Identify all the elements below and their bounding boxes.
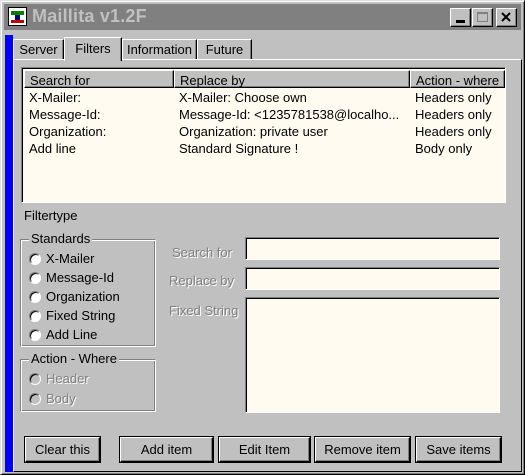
- add-item-button[interactable]: Add item: [119, 436, 214, 463]
- column-replace-by[interactable]: Replace by: [174, 70, 410, 88]
- table-row[interactable]: Organization: Organization: private user…: [24, 124, 505, 141]
- table-row[interactable]: Message-Id: Message-Id: <1235781538@loca…: [24, 107, 505, 124]
- cell-action-where: Body only: [415, 141, 473, 156]
- cell-replace-by: Organization: private user: [179, 124, 328, 139]
- radio-icon[interactable]: [29, 253, 41, 265]
- search-for-input[interactable]: [245, 237, 500, 260]
- cell-search-for: Organization:: [29, 124, 107, 139]
- remove-item-button[interactable]: Remove item: [314, 436, 411, 463]
- radio-icon[interactable]: [29, 291, 41, 303]
- action-where-caption: Action - Where: [29, 351, 119, 366]
- standards-group: Standards X-Mailer Message-Id Organizati…: [20, 231, 156, 347]
- radio-label: Body: [46, 391, 76, 406]
- fixed-string-textarea[interactable]: [245, 297, 500, 413]
- replace-by-label: Replace by: [169, 273, 235, 288]
- app-icon[interactable]: [8, 7, 27, 26]
- search-for-label: Search for: [172, 245, 232, 260]
- radio-label: Add Line: [46, 327, 98, 342]
- radio-label: Message-Id: [46, 270, 114, 285]
- cell-search-for: X-Mailer:: [29, 90, 82, 105]
- radio-icon[interactable]: [29, 393, 41, 405]
- edit-item-button[interactable]: Edit Item: [218, 436, 311, 463]
- column-search-for[interactable]: Search for: [24, 70, 174, 88]
- close-icon: [501, 12, 511, 22]
- radio-icon[interactable]: [29, 310, 41, 322]
- cell-search-for: Message-Id:: [29, 107, 101, 122]
- tab-future[interactable]: Future: [197, 39, 252, 59]
- filtertype-label: Filtertype: [24, 208, 78, 223]
- radio-label: Header: [46, 371, 89, 386]
- cell-search-for: Add line: [29, 141, 76, 156]
- tab-information[interactable]: Information: [122, 39, 197, 59]
- minimize-icon: [456, 20, 465, 23]
- replace-by-input[interactable]: [245, 267, 500, 290]
- tab-server[interactable]: Server: [13, 39, 64, 59]
- radio-icon[interactable]: [29, 272, 41, 284]
- standards-caption: Standards: [29, 231, 93, 246]
- clear-this-button[interactable]: Clear this: [24, 436, 101, 463]
- table-row[interactable]: Add line Standard Signature ! Body only: [24, 141, 505, 158]
- title-bar[interactable]: Maillita v1.2F: [4, 4, 521, 30]
- filter-list[interactable]: Search for Replace by Action - where X-M…: [21, 67, 506, 203]
- radio-icon[interactable]: [29, 329, 41, 341]
- tab-filters[interactable]: Filters: [64, 37, 122, 61]
- column-action-where[interactable]: Action - where: [410, 70, 505, 88]
- table-row[interactable]: X-Mailer: X-Mailer: Choose own Headers o…: [24, 90, 505, 107]
- fixed-string-label: Fixed String: [169, 303, 239, 318]
- maximize-button[interactable]: [472, 8, 493, 27]
- cell-replace-by: X-Mailer: Choose own: [179, 90, 307, 105]
- sidebar-accent-bar: [5, 35, 13, 472]
- cell-action-where: Headers only: [415, 90, 492, 105]
- cell-replace-by: Message-Id: <1235781538@localho...: [179, 107, 400, 122]
- radio-icon[interactable]: [29, 373, 41, 385]
- cell-replace-by: Standard Signature !: [179, 141, 299, 156]
- cell-action-where: Headers only: [415, 124, 492, 139]
- maximize-icon: [477, 12, 488, 22]
- filter-list-header: Search for Replace by Action - where: [24, 70, 505, 88]
- action-where-group: Action - Where Header Body: [20, 351, 156, 412]
- main-window: Maillita v1.2F Server Filters Informatio…: [0, 0, 525, 475]
- cell-action-where: Headers only: [415, 107, 492, 122]
- radio-label: Fixed String: [46, 308, 116, 323]
- window-title: Maillita v1.2F: [32, 6, 147, 26]
- radio-label: X-Mailer: [46, 251, 95, 266]
- close-button[interactable]: [496, 8, 517, 27]
- save-items-button[interactable]: Save items: [415, 436, 502, 463]
- radio-label: Organization: [46, 289, 120, 304]
- minimize-button[interactable]: [450, 8, 471, 27]
